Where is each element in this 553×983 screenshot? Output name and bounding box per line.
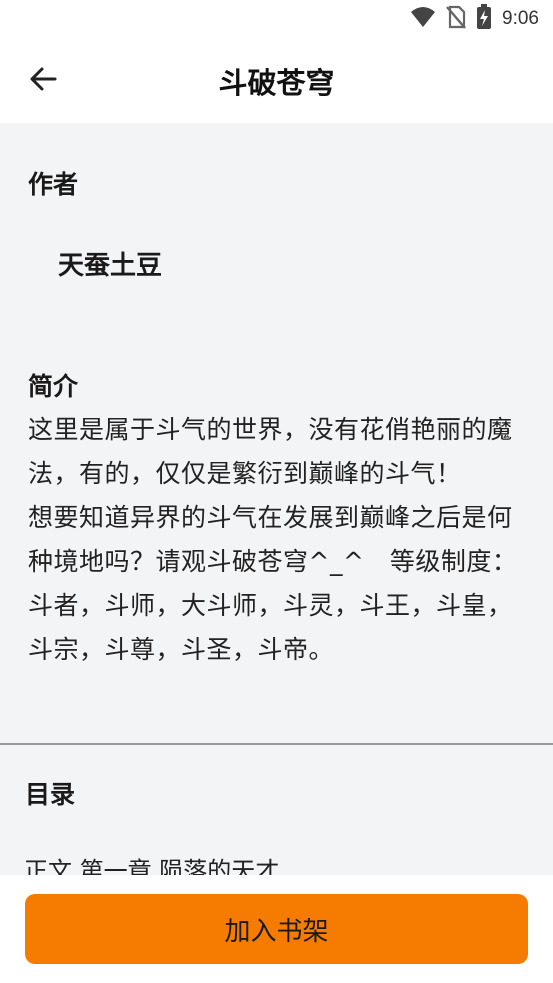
book-detail-content[interactable]: 作者 天蚕土豆 简介 这里是属于斗气的世界，没有花俏艳丽的魔法，有的，仅仅是繁衍… bbox=[0, 123, 553, 875]
status-icons: 9:06 bbox=[410, 4, 539, 34]
bottom-bar: 加入书架 bbox=[0, 875, 553, 983]
intro-text: 这里是属于斗气的世界，没有花俏艳丽的魔法，有的，仅仅是繁衍到巅峰的斗气！ 想要知… bbox=[28, 415, 518, 664]
wifi-icon bbox=[410, 6, 436, 32]
catalog-label: 目录 bbox=[25, 780, 76, 809]
battery-charging-icon bbox=[476, 4, 492, 34]
author-name: 天蚕土豆 bbox=[58, 251, 163, 281]
status-time: 9:06 bbox=[502, 8, 539, 29]
divider bbox=[0, 743, 553, 745]
app-bar: 斗破苍穹 bbox=[0, 38, 553, 123]
status-bar: 9:06 bbox=[0, 0, 553, 38]
add-to-shelf-button[interactable]: 加入书架 bbox=[25, 894, 528, 964]
page-title: 斗破苍穹 bbox=[218, 66, 335, 100]
intro-label: 简介 bbox=[28, 372, 79, 401]
author-label: 作者 bbox=[28, 170, 79, 199]
chapter-list-item[interactable]: 正文 第一章 陨落的天才 bbox=[24, 851, 279, 875]
no-sim-icon bbox=[446, 5, 466, 33]
